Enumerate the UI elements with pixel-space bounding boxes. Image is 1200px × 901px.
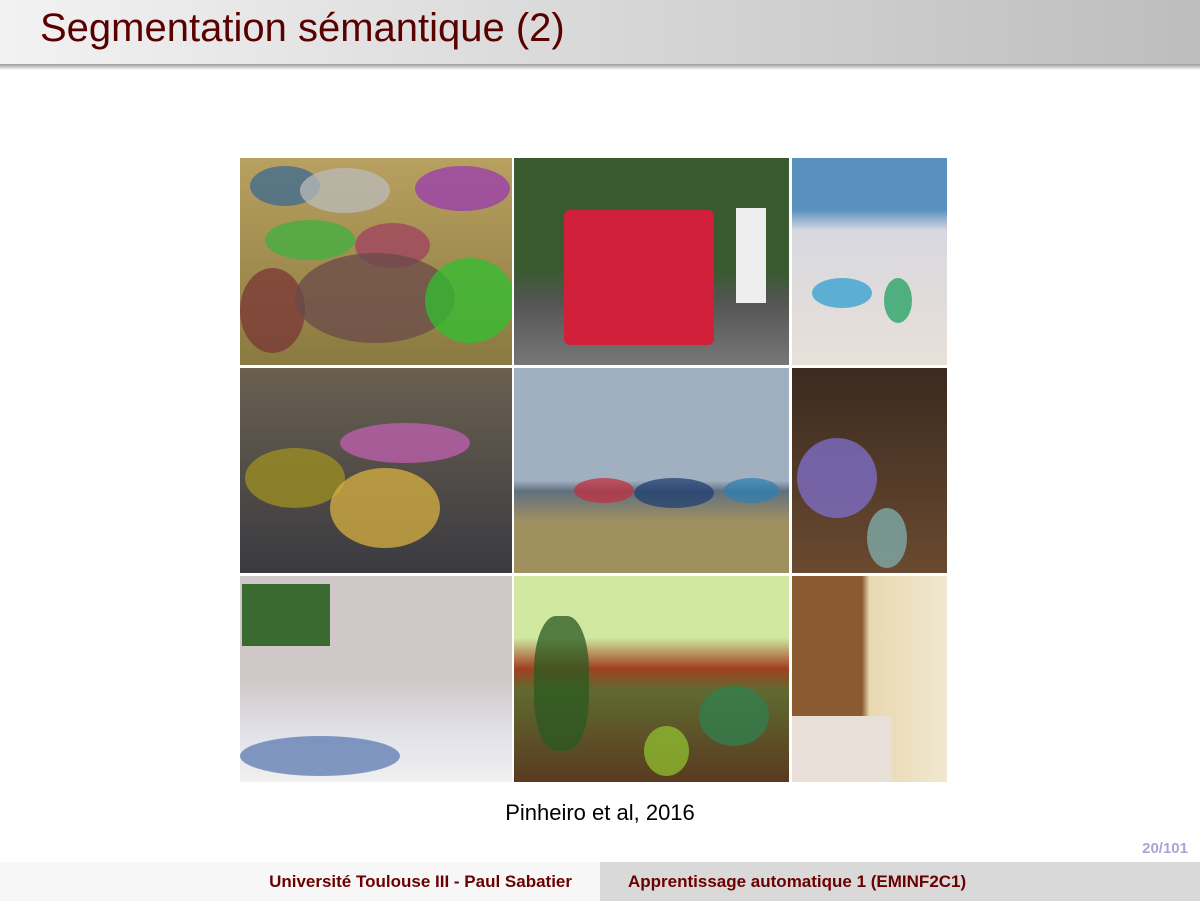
page-number: 20/101: [1142, 840, 1188, 857]
footer-institution-panel: Université Toulouse III - Paul Sabatier: [0, 862, 600, 901]
image-zebras: [240, 158, 512, 365]
footer-institution: Université Toulouse III - Paul Sabatier: [269, 872, 572, 891]
segmentation-examples-figure: [240, 158, 947, 782]
image-tram: [514, 158, 789, 365]
image-kitchen: [792, 576, 947, 782]
image-street: [240, 576, 512, 782]
header-shadow: [0, 64, 1200, 70]
image-market: [240, 368, 512, 573]
slide-header: Segmentation sémantique (2): [0, 0, 1200, 64]
slide-title: Segmentation sémantique (2): [40, 6, 565, 50]
image-bar: [792, 368, 947, 573]
figure-caption: Pinheiro et al, 2016: [505, 800, 695, 825]
image-park: [514, 576, 789, 782]
image-beach: [792, 158, 947, 365]
image-umbrellas: [514, 368, 789, 573]
footer-course-panel: Apprentissage automatique 1 (EMINF2C1): [600, 862, 1200, 901]
footer-course: Apprentissage automatique 1 (EMINF2C1): [628, 872, 967, 891]
